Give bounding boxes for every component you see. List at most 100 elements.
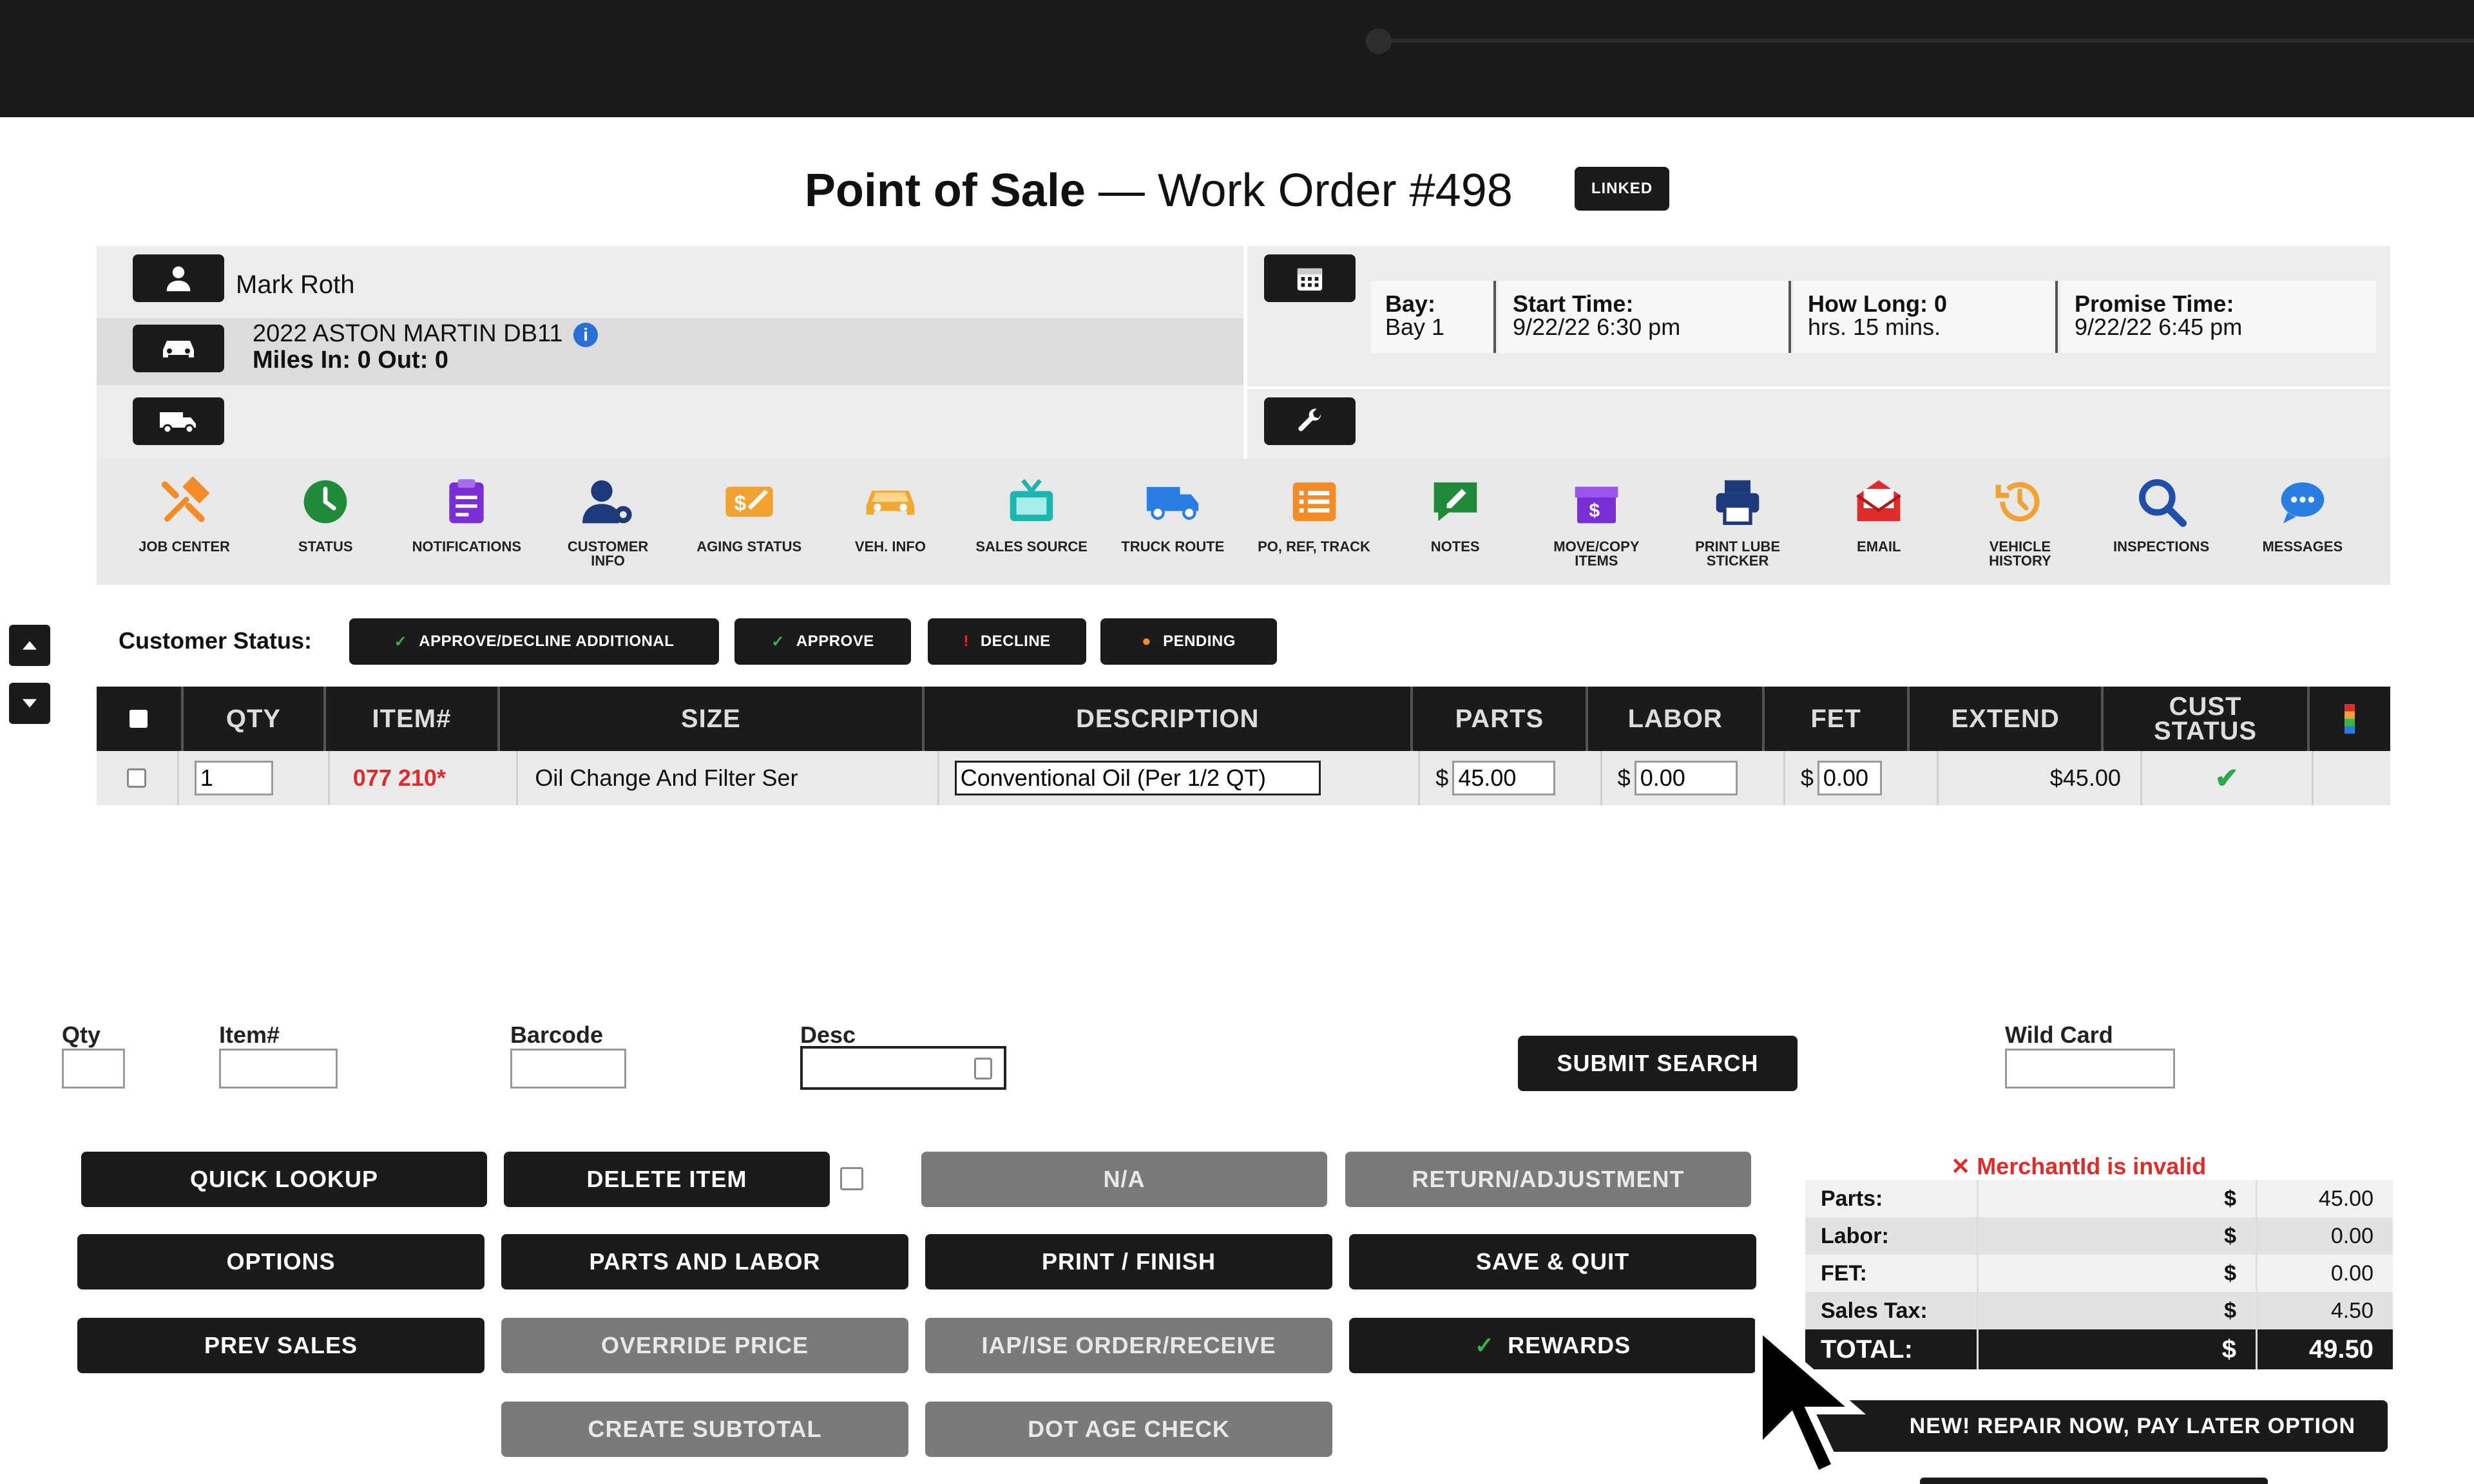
labor-input[interactable]: [1634, 761, 1738, 795]
button-label: APPROVE: [796, 633, 874, 650]
toolbar-vehicle-history[interactable]: VEHICLE HISTORY: [1962, 473, 2078, 568]
na-button[interactable]: N/A: [921, 1152, 1327, 1207]
toolbar-move-copy-items[interactable]: $ MOVE/COPY ITEMS: [1539, 473, 1654, 568]
bay-value: Bay 1: [1385, 314, 1445, 340]
toolbar-label: NOTIFICATIONS: [412, 538, 522, 555]
totals-label: Labor:: [1805, 1217, 1979, 1255]
barcode-search-input[interactable]: [510, 1049, 626, 1089]
totals-value: 4.50: [2258, 1292, 2393, 1329]
select-all-checkbox[interactable]: [129, 710, 148, 728]
scroll-up-button[interactable]: [9, 625, 50, 666]
rewards-button[interactable]: ✓ REWARDS: [1349, 1318, 1756, 1373]
options-button[interactable]: OPTIONS: [77, 1234, 484, 1289]
totals-value: 45.00: [2258, 1180, 2393, 1217]
qty-search-input[interactable]: [62, 1049, 125, 1089]
print-finish-button[interactable]: PRINT / FINISH: [925, 1234, 1332, 1289]
totals-row-parts: Parts: $ 45.00: [1805, 1180, 2393, 1217]
toolbar-po-ref-track[interactable]: PO, REF, TRACK: [1256, 473, 1372, 568]
save-quit-button[interactable]: SAVE & QUIT: [1349, 1234, 1756, 1289]
toolbar-label: NOTES: [1430, 538, 1480, 555]
toolbar-print-lube-sticker[interactable]: PRINT LUBE STICKER: [1680, 473, 1796, 568]
totals-row-fet: FET: $ 0.00: [1805, 1255, 2393, 1292]
row-checkbox[interactable]: [127, 768, 147, 788]
currency-symbol: $: [1800, 765, 1814, 791]
prev-sales-button[interactable]: PREV SALES: [77, 1318, 484, 1373]
color-legend-icon[interactable]: [2345, 704, 2355, 734]
toolbar-status[interactable]: STATUS: [267, 473, 383, 568]
toolbar-notifications[interactable]: NOTIFICATIONS: [408, 473, 524, 568]
info-icon[interactable]: i: [573, 322, 599, 347]
item-number-cell[interactable]: 077 210*: [329, 751, 519, 805]
pending-button[interactable]: ● PENDING: [1100, 618, 1277, 665]
fet-input[interactable]: [1817, 761, 1882, 795]
currency-symbol: $: [1435, 765, 1449, 791]
svg-text:$: $: [1589, 500, 1600, 521]
create-subtotal-button[interactable]: CREATE SUBTOTAL: [501, 1402, 908, 1457]
repair-now-pay-later-button[interactable]: NEW! REPAIR NOW, PAY LATER OPTION: [1809, 1400, 2388, 1452]
truck-button[interactable]: [133, 397, 224, 445]
override-price-button[interactable]: OVERRIDE PRICE: [501, 1318, 908, 1373]
toolbar-customer-info[interactable]: CUSTOMER INFO: [550, 473, 666, 568]
clock-icon: [303, 480, 347, 524]
delete-item-button[interactable]: DELETE ITEM: [504, 1152, 830, 1207]
iap-ise-order-receive-button[interactable]: IAP/ISE ORDER/RECEIVE: [925, 1318, 1332, 1373]
return-adjustment-button[interactable]: RETURN/ADJUSTMENT: [1345, 1152, 1751, 1207]
page-title: Point of Sale — Work Order #498 LINKED: [0, 164, 2474, 229]
col-header-extend[interactable]: EXTEND: [1910, 687, 2104, 751]
vehicle-button[interactable]: [133, 325, 224, 372]
scroll-down-button[interactable]: [9, 683, 50, 724]
toolbar-label: STATUS: [298, 538, 353, 555]
dot-age-check-button[interactable]: DOT AGE CHECK: [925, 1402, 1332, 1457]
col-header-cust-status[interactable]: CUST STATUS: [2104, 687, 2310, 751]
toolbar-veh-info[interactable]: VEH. INFO: [832, 473, 948, 568]
button-label: DECLINE: [980, 633, 1051, 650]
col-header-item[interactable]: ITEM#: [326, 687, 500, 751]
col-header-parts[interactable]: PARTS: [1413, 687, 1589, 751]
gift-icon: $: [1575, 486, 1618, 524]
quick-lookup-button[interactable]: QUICK LOOKUP: [81, 1152, 487, 1207]
cust-status-check-icon: ✔: [2142, 751, 2314, 805]
qty-input[interactable]: [194, 761, 273, 795]
delete-item-checkbox[interactable]: [840, 1167, 863, 1190]
wrench-button[interactable]: [1264, 397, 1356, 445]
wild-card-input[interactable]: [2005, 1049, 2175, 1089]
parts-and-labor-button[interactable]: PARTS AND LABOR: [501, 1234, 908, 1289]
customer-name: Mark Roth: [236, 271, 355, 299]
item-search-input[interactable]: [219, 1049, 338, 1089]
description-input[interactable]: [954, 761, 1321, 795]
total-currency: $: [1979, 1329, 2258, 1369]
toolbar-inspections[interactable]: INSPECTIONS: [2104, 473, 2220, 568]
toolbar-sales-source[interactable]: SALES SOURCE: [973, 473, 1089, 568]
decline-button[interactable]: ! DECLINE: [928, 618, 1086, 665]
parts-cell: $: [1420, 751, 1602, 805]
approve-decline-additional-button[interactable]: ✓ APPROVE/DECLINE ADDITIONAL: [349, 618, 719, 665]
toolbar-truck-route[interactable]: TRUCK ROUTE: [1115, 473, 1231, 568]
button-label: PENDING: [1163, 633, 1236, 650]
qty-search-label: Qty: [62, 1022, 101, 1048]
toolbar-messages[interactable]: MESSAGES: [2245, 473, 2361, 568]
list-picker-icon[interactable]: [974, 1058, 992, 1080]
customer-button[interactable]: [133, 254, 224, 302]
col-header-labor[interactable]: LABOR: [1588, 687, 1765, 751]
col-header-description[interactable]: DESCRIPTION: [924, 687, 1414, 751]
desc-search-input[interactable]: [800, 1046, 1006, 1090]
calendar-button[interactable]: [1264, 254, 1356, 302]
totals-label: FET:: [1805, 1255, 1979, 1292]
col-header-size[interactable]: SIZE: [499, 687, 925, 751]
linked-badge[interactable]: LINKED: [1574, 166, 1670, 211]
merchant-error-text: MerchantId is invalid: [1977, 1153, 2207, 1179]
user-gear-icon: [582, 480, 632, 524]
approve-button[interactable]: ✓ APPROVE: [734, 618, 911, 665]
toolbar-aging-status[interactable]: $ AGING STATUS: [691, 473, 807, 568]
toolbar-notes[interactable]: NOTES: [1397, 473, 1513, 568]
total-value: 49.50: [2258, 1329, 2393, 1369]
clipboard-icon: [449, 479, 484, 524]
toolbar-job-center[interactable]: JOB CENTER: [126, 473, 242, 568]
toolbar-email[interactable]: EMAIL: [1821, 473, 1937, 568]
submit-search-button[interactable]: SUBMIT SEARCH: [1518, 1036, 1798, 1091]
col-header-fet[interactable]: FET: [1765, 687, 1910, 751]
col-header-qty[interactable]: QTY: [183, 687, 326, 751]
bay-label: Bay:: [1385, 290, 1436, 317]
toolbar-label: JOB CENTER: [139, 538, 230, 555]
parts-input[interactable]: [1452, 761, 1556, 795]
